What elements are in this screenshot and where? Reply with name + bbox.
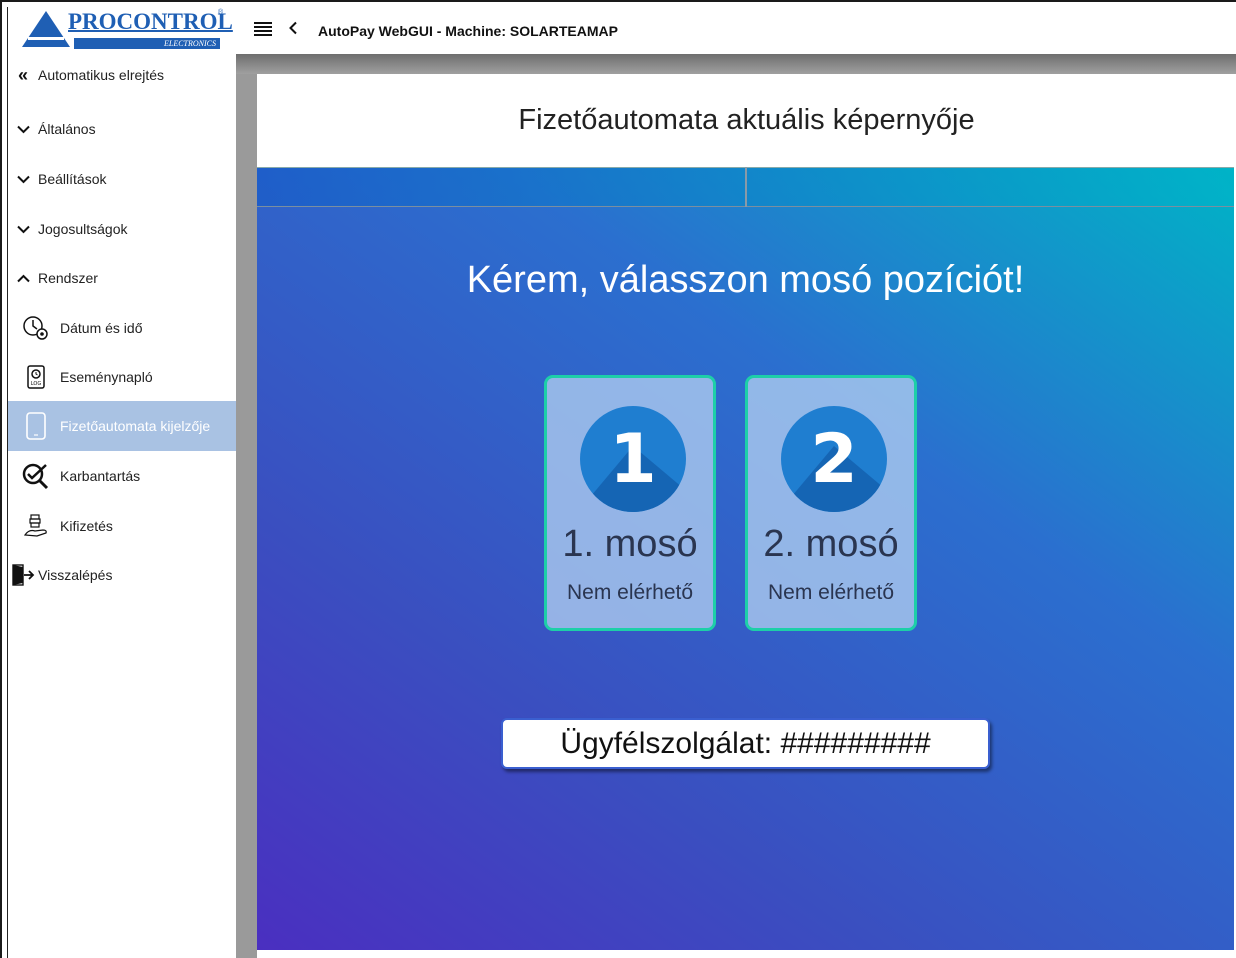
sidebar-item-label: Eseménynapló [60,369,153,385]
washer-name: 1. mosó [562,523,698,565]
sidebar-item-date-time[interactable]: Dátum és idő [8,308,237,348]
sidebar: PROCONTROL ® ELECTRONICS « Automatikus e… [7,7,237,958]
chevron-down-icon [8,225,38,234]
maintenance-check-icon [8,462,58,490]
sidebar-item-permissions[interactable]: Jogosultságok [8,209,237,249]
app-title: AutoPay WebGUI - Machine: SOLARTEAMAP [318,22,618,39]
number-1-icon: 1 [580,406,686,512]
sidebar-item-settings[interactable]: Beállítások [8,159,237,199]
sidebar-item-label: Kifizetés [60,518,113,534]
sidebar-item-general[interactable]: Általános [8,109,237,149]
chevron-down-icon [8,175,38,184]
sidebar-item-label: Automatikus elrejtés [38,67,165,83]
clock-gear-icon [8,315,58,341]
chevron-up-icon [8,274,38,283]
svg-text:LOG: LOG [31,381,42,387]
logo-name: PROCONTROL [68,9,233,34]
double-chevron-left-icon: « [17,64,28,85]
log-file-icon: LOG [8,364,58,390]
number-2-icon: 2 [781,406,887,512]
sidebar-item-auto-hide[interactable]: « Automatikus elrejtés [8,55,237,95]
customer-service-button[interactable]: Ügyfélszolgálat: ######### [501,718,990,769]
back-chevron-icon[interactable] [288,21,302,40]
sidebar-item-label: Fizetőautomata kijelzője [60,418,211,434]
hamburger-menu-icon[interactable] [254,20,274,41]
sidebar-item-label: Dátum és idő [60,320,143,336]
sidebar-item-label: Karbantartás [60,468,141,484]
sidebar-item-payout[interactable]: Kifizetés [8,506,237,546]
chevron-down-icon [8,125,38,134]
logout-icon [8,564,38,586]
logo-subtitle: ELECTRONICS [74,38,220,49]
content-area: Fizetőautomata aktuális képernyője Kérem… [236,54,1236,958]
washer-status: Nem elérhető [566,581,694,604]
sidebar-item-system[interactable]: Rendszer [8,258,237,298]
top-bar: AutoPay WebGUI - Machine: SOLARTEAMAP [236,7,1236,54]
panel-title: Fizetőautomata aktuális képernyője [518,104,975,136]
washer-card-1[interactable]: 1 1. mosó Nem elérhető [544,375,716,631]
display-panel: Fizetőautomata aktuális képernyője Kérem… [257,74,1236,958]
sidebar-item-label: Rendszer [38,270,98,286]
logo-triangle-icon [22,11,70,47]
machine-screen: Kérem, válasszon mosó pozíciót! 1 1. mos… [257,167,1234,950]
washer-name: 2. mosó [763,523,899,565]
sidebar-item-maintenance[interactable]: Karbantartás [8,456,237,496]
payout-hand-icon [8,513,58,539]
sidebar-item-event-log[interactable]: LOG Eseménynapló [8,357,237,397]
strip-divider [745,167,747,207]
sidebar-item-label: Jogosultságok [38,221,128,237]
screen-prompt: Kérem, válasszon mosó pozíciót! [466,259,1025,301]
sidebar-item-logout[interactable]: Visszalépés [8,555,237,595]
sidebar-item-label: Visszalépés [38,567,113,583]
procontrol-logo: PROCONTROL ® ELECTRONICS [22,9,233,53]
sidebar-item-label: Beállítások [38,171,107,187]
washer-card-2[interactable]: 2 2. mosó Nem elérhető [745,375,917,631]
washer-status: Nem elérhető [767,581,895,604]
tablet-icon [8,411,58,441]
sidebar-item-label: Általános [38,121,96,137]
sidebar-item-machine-display[interactable]: Fizetőautomata kijelzője [8,401,237,451]
